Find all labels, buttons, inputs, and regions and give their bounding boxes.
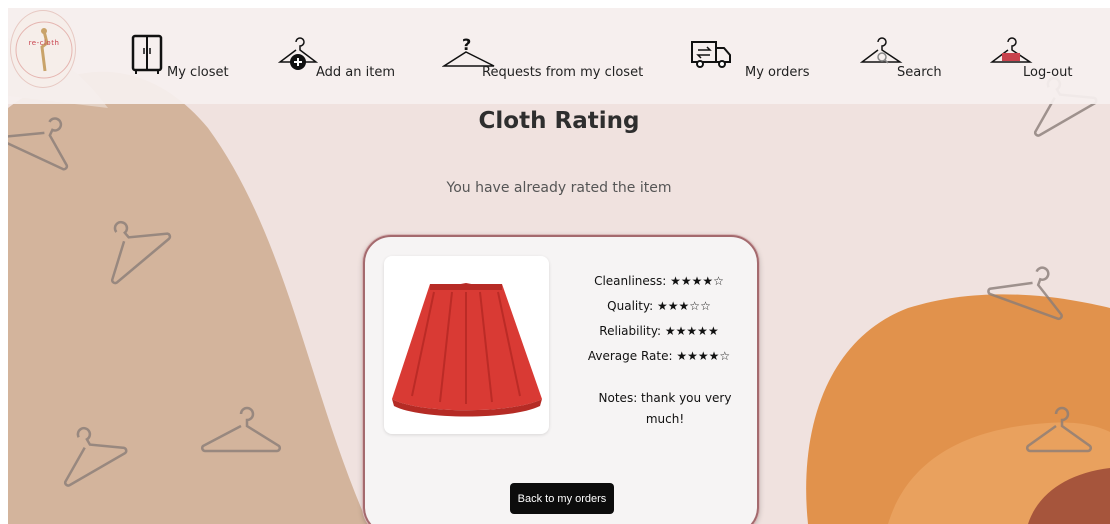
- rating-quality: Quality: ★★★☆☆: [607, 299, 711, 313]
- svg-text:?: ?: [462, 36, 471, 54]
- nav-requests[interactable]: ? Requests from my closet: [442, 30, 643, 110]
- nav-log-out[interactable]: Log-out: [990, 30, 1090, 110]
- status-message: You have already rated the item: [446, 180, 672, 196]
- truck-icon: [691, 41, 731, 68]
- closet-icon: [131, 34, 163, 74]
- item-image: [384, 256, 549, 434]
- nav-label: Add an item: [316, 65, 396, 80]
- nav-label: My orders: [745, 65, 810, 80]
- rating-cleanliness: Cleanliness: ★★★★☆: [594, 274, 724, 288]
- back-to-orders-button[interactable]: Back to my orders: [510, 483, 614, 514]
- re-cloth-logo[interactable]: re-cloth: [10, 10, 76, 88]
- nav-label: My closet: [167, 65, 229, 80]
- nav-add-item[interactable]: Add an item: [278, 30, 398, 110]
- hanger-add-icon: [278, 37, 318, 70]
- page-title: Cloth Rating: [478, 108, 640, 134]
- nav-search[interactable]: Search: [860, 30, 942, 110]
- rating-notes: Notes: thank you very much!: [598, 391, 732, 426]
- page-frame: re-cloth My closet Add an item ? Request…: [8, 8, 1110, 524]
- nav-label: Search: [897, 65, 942, 80]
- rating-average: Average Rate: ★★★★☆: [587, 349, 731, 363]
- red-skirt-image: [392, 283, 542, 417]
- nav-my-closet[interactable]: My closet: [131, 30, 231, 110]
- logo-text: re-cloth: [28, 39, 60, 47]
- top-navbar: re-cloth My closet Add an item ? Request…: [8, 8, 1110, 104]
- nav-label: Log-out: [1023, 65, 1073, 80]
- rating-reliability: Reliability: ★★★★★: [599, 324, 719, 338]
- nav-my-orders[interactable]: My orders: [690, 30, 810, 110]
- ratings-list: Cleanliness: ★★★★☆ Quality: ★★★☆☆ Reliab…: [561, 272, 757, 372]
- nav-label: Requests from my closet: [482, 65, 644, 80]
- rating-card: Cleanliness: ★★★★☆ Quality: ★★★☆☆ Reliab…: [363, 235, 759, 524]
